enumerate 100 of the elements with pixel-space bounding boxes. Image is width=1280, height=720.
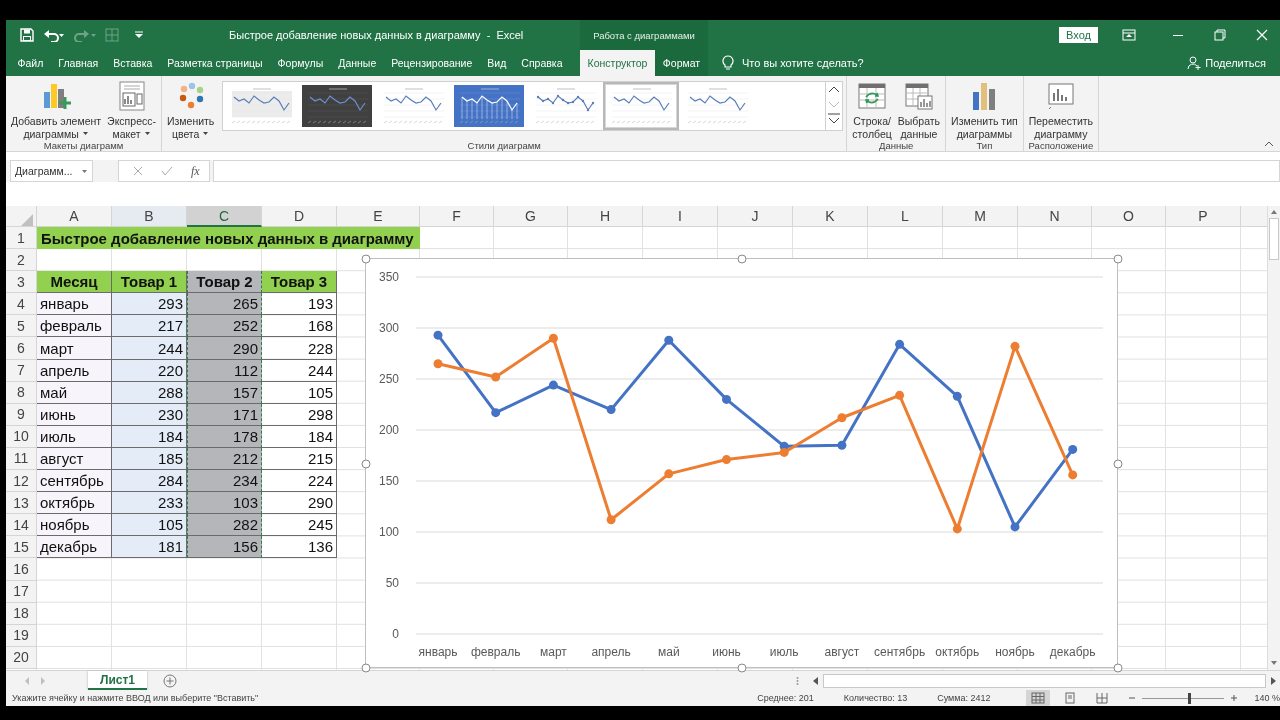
ribbon-tab[interactable]: Рецензирование	[383, 50, 480, 76]
add-sheet-icon[interactable]	[163, 673, 178, 688]
group-label: Расположение	[1028, 140, 1094, 151]
undo-icon[interactable]	[43, 28, 65, 42]
column-header[interactable]: A	[37, 206, 112, 227]
resize-handle[interactable]	[361, 254, 371, 264]
ribbon-button[interactable]: Выбрать данные	[895, 80, 943, 141]
save-icon[interactable]	[20, 28, 34, 42]
status-sum: Сумма: 2412	[937, 693, 991, 703]
ribbon-button[interactable]: Добавить элемент диаграммы	[9, 80, 104, 141]
tell-me-field[interactable]: Что вы хотите сделать?	[742, 57, 864, 69]
ribbon-display-icon[interactable]	[1122, 29, 1136, 41]
resize-handle[interactable]	[737, 254, 747, 264]
row-header[interactable]: 17	[6, 580, 37, 603]
zoom-level: 140 %	[1254, 693, 1280, 703]
cancel-icon[interactable]	[133, 166, 143, 176]
row-header[interactable]: 16	[6, 558, 37, 581]
scroll-down-icon[interactable]	[1270, 659, 1278, 667]
column-header[interactable]: K	[793, 206, 868, 227]
zoom-in-icon[interactable]	[1230, 694, 1239, 702]
column-header[interactable]: G	[494, 206, 568, 227]
ribbon-tab[interactable]: Файл	[10, 50, 51, 76]
chart-thumbnail-icon	[606, 85, 677, 127]
row-header[interactable]: 14	[6, 514, 37, 537]
insert-function-button[interactable]: fx	[191, 163, 200, 179]
column-header[interactable]: I	[643, 206, 718, 227]
column-header[interactable]: L	[868, 206, 943, 227]
row-header[interactable]: 3	[6, 271, 37, 294]
customize-caret-icon[interactable]	[134, 31, 144, 39]
resize-handle[interactable]	[361, 459, 371, 469]
horizontal-scrollbar[interactable]	[823, 673, 1266, 688]
ribbon-button[interactable]: Переместить диаграмму	[1026, 80, 1096, 141]
ribbon-button[interactable]: Экспресс- макет	[105, 80, 158, 141]
row-header[interactable]: 15	[6, 536, 37, 559]
row-header[interactable]: 12	[6, 470, 37, 493]
ribbon-tab[interactable]: Формулы	[270, 50, 331, 76]
table-cell: 244	[112, 337, 187, 360]
row-header[interactable]: 1	[6, 227, 37, 250]
row-header[interactable]: 18	[6, 602, 37, 625]
collapse-ribbon-icon[interactable]	[1264, 141, 1274, 147]
zoom-slider-thumb[interactable]	[1187, 692, 1191, 704]
sheet-tab[interactable]: Лист1	[88, 671, 148, 690]
table-cell: 171	[187, 403, 262, 426]
resize-handle[interactable]	[1113, 459, 1123, 469]
zoom-out-icon[interactable]	[1128, 694, 1137, 702]
axis-label: март	[540, 645, 567, 659]
move-chart-icon	[1045, 80, 1076, 112]
row-header[interactable]: 4	[6, 293, 37, 316]
lightbulb-icon[interactable]	[722, 55, 734, 71]
resize-handle[interactable]	[1113, 254, 1123, 264]
formula-field[interactable]	[213, 160, 1280, 182]
ribbon-tab[interactable]: Разметка страницы	[159, 50, 271, 76]
restore-icon[interactable]	[1214, 29, 1226, 41]
close-icon[interactable]	[1256, 29, 1268, 41]
scroll-thumb[interactable]	[1269, 218, 1279, 260]
ribbon-button[interactable]: Изменить тип диаграммы	[949, 80, 1020, 141]
ribbon-tab[interactable]: Главная	[50, 50, 106, 76]
sign-in-button[interactable]: Вход	[1059, 27, 1098, 43]
name-box[interactable]: Диаграмм...	[10, 160, 93, 182]
normal-view-button[interactable]	[1026, 690, 1051, 706]
row-header[interactable]: 5	[6, 315, 37, 338]
resize-handle[interactable]	[737, 663, 747, 673]
row-header[interactable]: 13	[6, 492, 37, 515]
column-header[interactable]: P	[1166, 206, 1241, 227]
row-header[interactable]: 7	[6, 359, 37, 382]
column-header[interactable]: O	[1092, 206, 1166, 227]
row-header[interactable]: 2	[6, 249, 37, 272]
column-header[interactable]: H	[568, 206, 643, 227]
ribbon-button[interactable]: Изменить цвета	[164, 80, 217, 141]
data-point	[895, 390, 905, 400]
row-header[interactable]: 19	[6, 624, 37, 647]
column-header[interactable]: B	[112, 206, 187, 227]
row-header[interactable]: 10	[6, 425, 37, 448]
ribbon-tab[interactable]: Данные	[330, 50, 384, 76]
ribbon-tab[interactable]: Вставка	[105, 50, 160, 76]
column-header[interactable]: C	[187, 206, 262, 227]
row-header[interactable]: 20	[6, 646, 37, 669]
ribbon-tab[interactable]: Вид	[479, 50, 514, 76]
ribbon-button[interactable]: Строка/ столбец	[850, 80, 894, 141]
column-header[interactable]: D	[262, 206, 337, 227]
row-header[interactable]: 9	[6, 403, 37, 426]
resize-handle[interactable]	[1113, 663, 1123, 673]
resize-handle[interactable]	[361, 663, 371, 673]
ribbon-tab[interactable]: Справка	[513, 50, 570, 76]
row-header[interactable]: 8	[6, 381, 37, 404]
ribbon-tab[interactable]: Конструктор	[580, 50, 655, 76]
column-header[interactable]: M	[943, 206, 1018, 227]
splitter-icon[interactable]	[796, 675, 799, 686]
row-header[interactable]: 11	[6, 447, 37, 471]
enter-icon[interactable]	[161, 166, 173, 176]
column-header[interactable]: E	[337, 206, 420, 227]
row-header[interactable]: 6	[6, 337, 37, 360]
share-button[interactable]: Поделиться	[1181, 50, 1280, 76]
column-header[interactable]: F	[420, 206, 494, 227]
column-header[interactable]: J	[718, 206, 793, 227]
column-header[interactable]: N	[1018, 206, 1092, 227]
scroll-right-icon[interactable]	[1268, 674, 1278, 687]
ribbon-tab[interactable]: Формат	[655, 50, 708, 76]
scroll-left-icon[interactable]	[811, 674, 821, 687]
vertical-scrollbar[interactable]	[1267, 206, 1280, 670]
